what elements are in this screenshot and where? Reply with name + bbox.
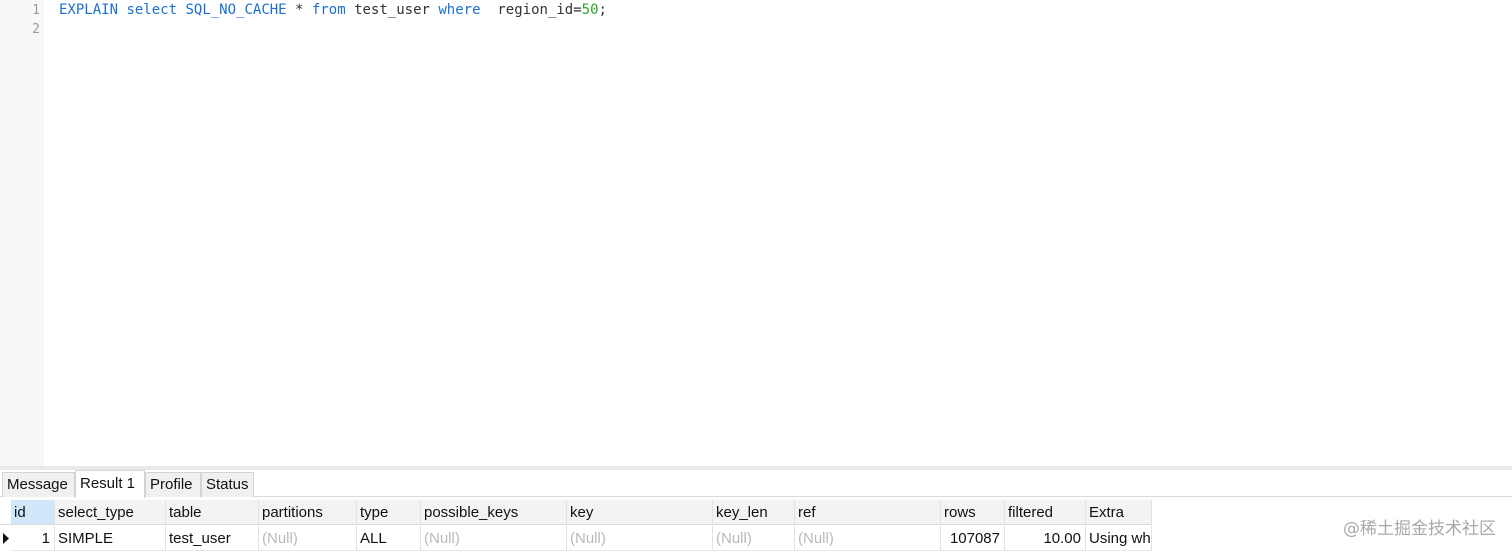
table-row[interactable]: 1 SIMPLE test_user (Null) ALL (Null) (Nu… xyxy=(0,526,1512,551)
cell-rows[interactable]: 107087 xyxy=(941,526,1005,551)
column-header-possible-keys[interactable]: possible_keys xyxy=(421,500,567,525)
column-header-extra[interactable]: Extra xyxy=(1086,500,1152,525)
sql-editor[interactable]: 1 2 EXPLAIN select SQL_NO_CACHE * from t… xyxy=(0,0,1512,466)
tab-message[interactable]: Message xyxy=(2,472,75,497)
cell-partitions[interactable]: (Null) xyxy=(259,526,357,551)
line-number-gutter: 1 2 xyxy=(0,0,44,466)
keyword-where: where xyxy=(438,2,481,18)
cell-select-type[interactable]: SIMPLE xyxy=(55,526,166,551)
cell-id[interactable]: 1 xyxy=(11,526,55,551)
cell-ref[interactable]: (Null) xyxy=(795,526,941,551)
tab-status[interactable]: Status xyxy=(201,472,254,497)
column-header-id[interactable]: id xyxy=(11,500,55,525)
cell-table[interactable]: test_user xyxy=(166,526,259,551)
keyword-from: from xyxy=(311,2,346,18)
watermark-text: @稀土掘金技术社区 xyxy=(1343,519,1496,539)
row-indicator xyxy=(0,526,11,551)
result-grid[interactable]: id select_type table partitions type pos… xyxy=(0,500,1512,553)
tab-profile[interactable]: Profile xyxy=(145,472,201,497)
cell-extra[interactable]: Using wh xyxy=(1086,526,1152,551)
code-line-1[interactable]: EXPLAIN select SQL_NO_CACHE * from test_… xyxy=(59,0,607,20)
cell-key[interactable]: (Null) xyxy=(567,526,713,551)
column-header-type[interactable]: type xyxy=(357,500,421,525)
column-header-rows[interactable]: rows xyxy=(941,500,1005,525)
grid-header-row: id select_type table partitions type pos… xyxy=(0,500,1512,525)
result-tab-bar: Message Result 1 Profile Status xyxy=(0,470,1512,498)
cell-possible-keys[interactable]: (Null) xyxy=(421,526,567,551)
line-number-1: 1 xyxy=(32,3,40,18)
column-header-table[interactable]: table xyxy=(166,500,259,525)
code-table-name: test_user xyxy=(345,2,439,18)
code-semicolon: ; xyxy=(598,2,607,18)
column-header-key[interactable]: key xyxy=(567,500,713,525)
column-header-partitions[interactable]: partitions xyxy=(259,500,357,525)
cell-key-len[interactable]: (Null) xyxy=(713,526,795,551)
code-number: 50 xyxy=(581,2,599,18)
keyword-select: select xyxy=(126,2,178,18)
code-condition: region_id= xyxy=(480,2,582,18)
cell-filtered[interactable]: 10.00 xyxy=(1005,526,1086,551)
tab-result-1[interactable]: Result 1 xyxy=(75,470,145,498)
code-star: * xyxy=(286,2,312,18)
column-header-filtered[interactable]: filtered xyxy=(1005,500,1086,525)
column-header-select-type[interactable]: select_type xyxy=(55,500,166,525)
column-header-ref[interactable]: ref xyxy=(795,500,941,525)
cell-type[interactable]: ALL xyxy=(357,526,421,551)
row-indicator-header xyxy=(0,500,11,525)
line-number-2: 2 xyxy=(32,22,40,37)
keyword-explain: EXPLAIN xyxy=(59,2,119,18)
keyword-sql-no-cache: SQL_NO_CACHE xyxy=(185,2,287,18)
column-header-key-len[interactable]: key_len xyxy=(713,500,795,525)
